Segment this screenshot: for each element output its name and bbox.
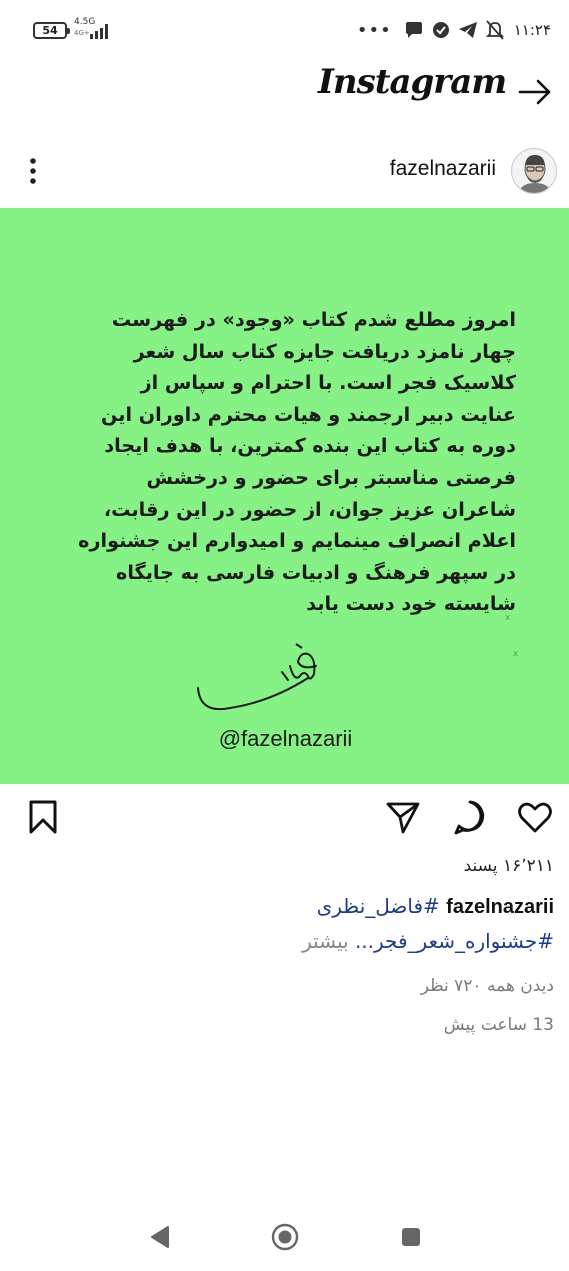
speck: x xyxy=(505,613,511,623)
text-line: دوره به کتاب این بنده کمترین، با هدف ایج… xyxy=(104,434,516,458)
post-header: fazelnazarii xyxy=(0,140,569,202)
caption-line-2: #جشنواره_شعر_فجر... بیشتر xyxy=(302,929,554,953)
speck: x xyxy=(513,649,519,659)
post-image[interactable]: امروز مطلع شدم کتاب «وجود» در فهرست چهار… xyxy=(0,208,569,784)
handwritten-signature xyxy=(197,643,317,710)
home-icon[interactable] xyxy=(270,1222,300,1252)
arrow-right-icon[interactable] xyxy=(515,74,555,110)
text-line: فرصتی مناسبتر برای حضور و درخشش xyxy=(146,465,516,489)
caption-hashtag[interactable]: #جشنواره_شعر_فجر... xyxy=(355,929,554,953)
text-line: اعلام انصراف مینمایم و امیدوارم این جشنو… xyxy=(78,529,516,553)
avatar[interactable] xyxy=(511,148,557,194)
text-line: عنایت دبیر ارجمند و هیات محترم داوران ای… xyxy=(101,402,516,426)
caption-more-link[interactable]: بیشتر xyxy=(302,929,349,953)
status-bar: 54 4.5G 4G+ ••• ۱۱:۲۴ xyxy=(0,0,569,60)
caption-username[interactable]: fazelnazarii xyxy=(446,896,554,918)
status-icons: ••• ۱۱:۲۴ xyxy=(357,19,551,41)
shield-check-icon xyxy=(432,22,449,38)
heart-icon[interactable] xyxy=(517,798,553,836)
telegram-icon xyxy=(458,22,477,38)
text-line: کلاسیک فجر است. با احترام و سپاس از xyxy=(140,371,516,395)
caption-line-1: fazelnazarii #فاضل_نظری xyxy=(317,894,554,919)
send-icon[interactable] xyxy=(385,798,421,836)
text-line: در سپهر فرهنگ و ادبیات فارسی به جایگاه xyxy=(116,560,516,584)
text-line: شاعران عزیز جوان، از حضور در این رقابت، xyxy=(103,497,516,521)
back-icon[interactable] xyxy=(146,1222,176,1252)
system-nav-bar xyxy=(0,1210,569,1260)
avatar-portrait-icon xyxy=(518,155,552,193)
recent-apps-icon[interactable] xyxy=(396,1222,426,1252)
signal-icon xyxy=(90,24,108,39)
mute-bell-icon xyxy=(485,20,504,40)
caption-hashtag[interactable]: #فاضل_نظری xyxy=(317,894,440,918)
chat-bubble-icon xyxy=(405,22,422,38)
comment-icon[interactable] xyxy=(452,798,488,836)
text-line: امروز مطلع شدم کتاب «وجود» در فهرست xyxy=(111,308,516,331)
more-options-icon[interactable] xyxy=(18,154,48,188)
instagram-logo: Instagram xyxy=(318,62,507,102)
bookmark-icon[interactable] xyxy=(25,798,61,836)
clock: ۱۱:۲۴ xyxy=(513,21,551,39)
text-line: شایسته خود دست یابد xyxy=(306,592,516,616)
text-line: چهار نامزد دریافت جایزه کتاب سال شعر xyxy=(133,339,516,363)
post-image-handle: @fazelnazarii xyxy=(218,726,353,751)
post-username[interactable]: fazelnazarii xyxy=(390,157,496,181)
more-notifications-icon: ••• xyxy=(356,19,392,41)
battery-indicator: 54 xyxy=(33,22,70,39)
app-header: Instagram xyxy=(0,60,569,122)
post-image-text: امروز مطلع شدم کتاب «وجود» در فهرست چهار… xyxy=(56,304,516,620)
post-actions xyxy=(0,798,569,840)
view-all-comments[interactable]: دیدن همه ۷۲۰ نظر xyxy=(421,976,554,996)
like-count[interactable]: ۱۶٬۲۱۱ پسند xyxy=(464,856,554,876)
post-timestamp: 13 ساعت پیش xyxy=(443,1015,554,1035)
